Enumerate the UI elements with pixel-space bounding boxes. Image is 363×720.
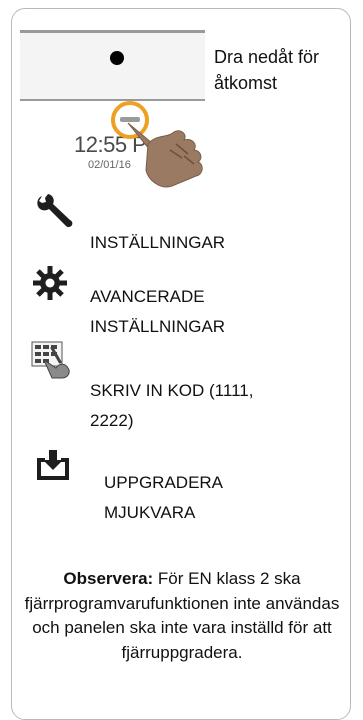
- swipe-hint: Dra nedåt för åtkomst: [214, 47, 320, 93]
- menu-item-upgrade-software: UPPGRADERA MJUKVARA: [104, 473, 223, 522]
- camera-dot-icon: [110, 51, 124, 65]
- download-tray-icon: [37, 450, 69, 480]
- note-label: Observera:: [63, 569, 154, 588]
- note-block: Observera: För EN klass 2 ska fjärrprogr…: [22, 567, 342, 665]
- menu-item-enter-code: SKRIV IN KOD (1111, 2222): [90, 381, 254, 430]
- gear-icon: [33, 266, 67, 300]
- keypad-hand-icon: [31, 341, 70, 379]
- swipe-down-gesture-icon: [111, 101, 203, 188]
- menu-item-settings: INSTÄLLNINGAR: [90, 233, 226, 252]
- menu-item-advanced-settings: AVANCERADE INSTÄLLNINGAR: [90, 287, 226, 336]
- pulldown-shade: [20, 33, 205, 100]
- wrench-icon: [37, 194, 73, 228]
